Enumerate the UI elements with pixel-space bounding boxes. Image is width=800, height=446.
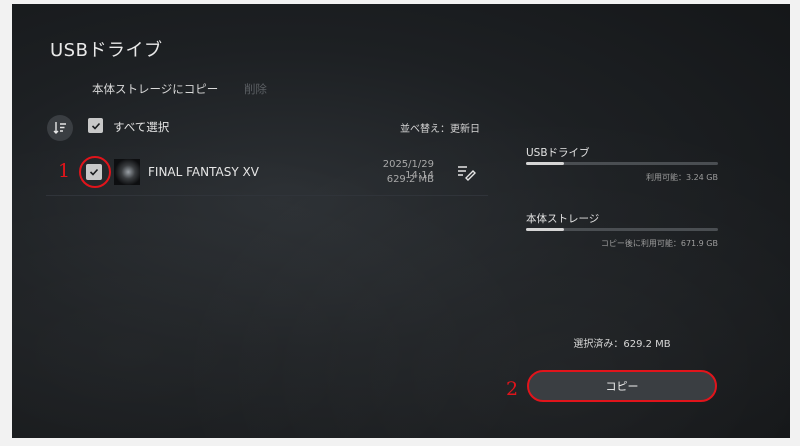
internal-storage-label: 本体ストレージ	[526, 213, 600, 225]
sort-icon	[53, 122, 66, 134]
annotation-marker-1: 1	[58, 160, 71, 182]
action-bar: 本体ストレージにコピー 削除	[92, 81, 267, 97]
internal-storage-available: コピー後に利用可能：671.9 GB	[600, 239, 718, 248]
internal-storage-bar-fill	[526, 228, 565, 231]
checkmark-icon	[91, 122, 100, 130]
usb-storage-available: 利用可能：3.24 GB	[645, 173, 718, 182]
select-all-checkbox[interactable]	[88, 118, 103, 133]
sort-button[interactable]	[47, 115, 73, 141]
selected-total-size: 選択済み：629.2 MB	[573, 339, 671, 350]
copy-to-console-action[interactable]: 本体ストレージにコピー	[92, 82, 218, 96]
sort-order-label: 並べ替え：更新日	[400, 124, 480, 135]
checkmark-icon	[89, 168, 99, 176]
page-title: USBドライブ	[50, 40, 163, 61]
usb-storage-label: USBドライブ	[526, 147, 590, 159]
item-checkbox[interactable]	[86, 164, 102, 180]
select-all-label: すべて選択	[113, 120, 170, 134]
usb-storage-bar	[526, 162, 718, 165]
ps5-usb-drive-screen: USBドライブ 本体ストレージにコピー 削除 すべて選択 並べ替え：更新日 1 …	[12, 4, 790, 438]
game-thumbnail	[114, 159, 140, 185]
item-options-button[interactable]	[456, 162, 478, 182]
copy-button[interactable]: コピー	[527, 370, 717, 402]
internal-storage-bar	[526, 228, 718, 231]
annotation-marker-2: 2	[506, 378, 519, 400]
game-title: FINAL FANTASY XV	[148, 165, 259, 179]
game-size: 629.2 MB	[386, 174, 434, 185]
delete-action[interactable]: 削除	[244, 82, 267, 96]
list-edit-icon	[458, 166, 476, 181]
usb-storage-bar-fill	[526, 162, 565, 165]
